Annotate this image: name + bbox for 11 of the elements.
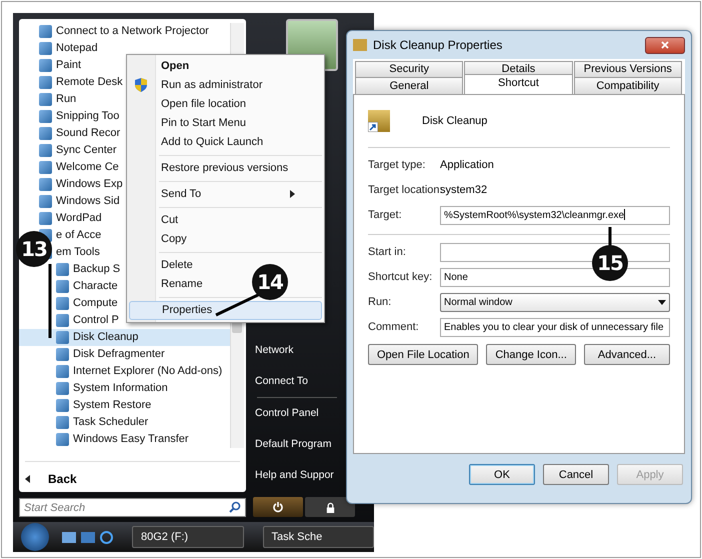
field-label: Run: <box>368 296 392 308</box>
window-title: Disk Cleanup Properties <box>373 38 502 52</box>
field-label: Target type: <box>368 159 426 171</box>
field-label: Target: <box>368 209 403 221</box>
field-value: system32 <box>440 184 488 196</box>
field-label: Shortcut key: <box>368 271 434 283</box>
field-label: Start in: <box>368 246 407 258</box>
field-value: Application <box>440 159 494 171</box>
app-name: Disk Cleanup <box>422 115 488 127</box>
field-label: Comment: <box>368 321 420 333</box>
field-label: Target location: <box>368 184 440 196</box>
